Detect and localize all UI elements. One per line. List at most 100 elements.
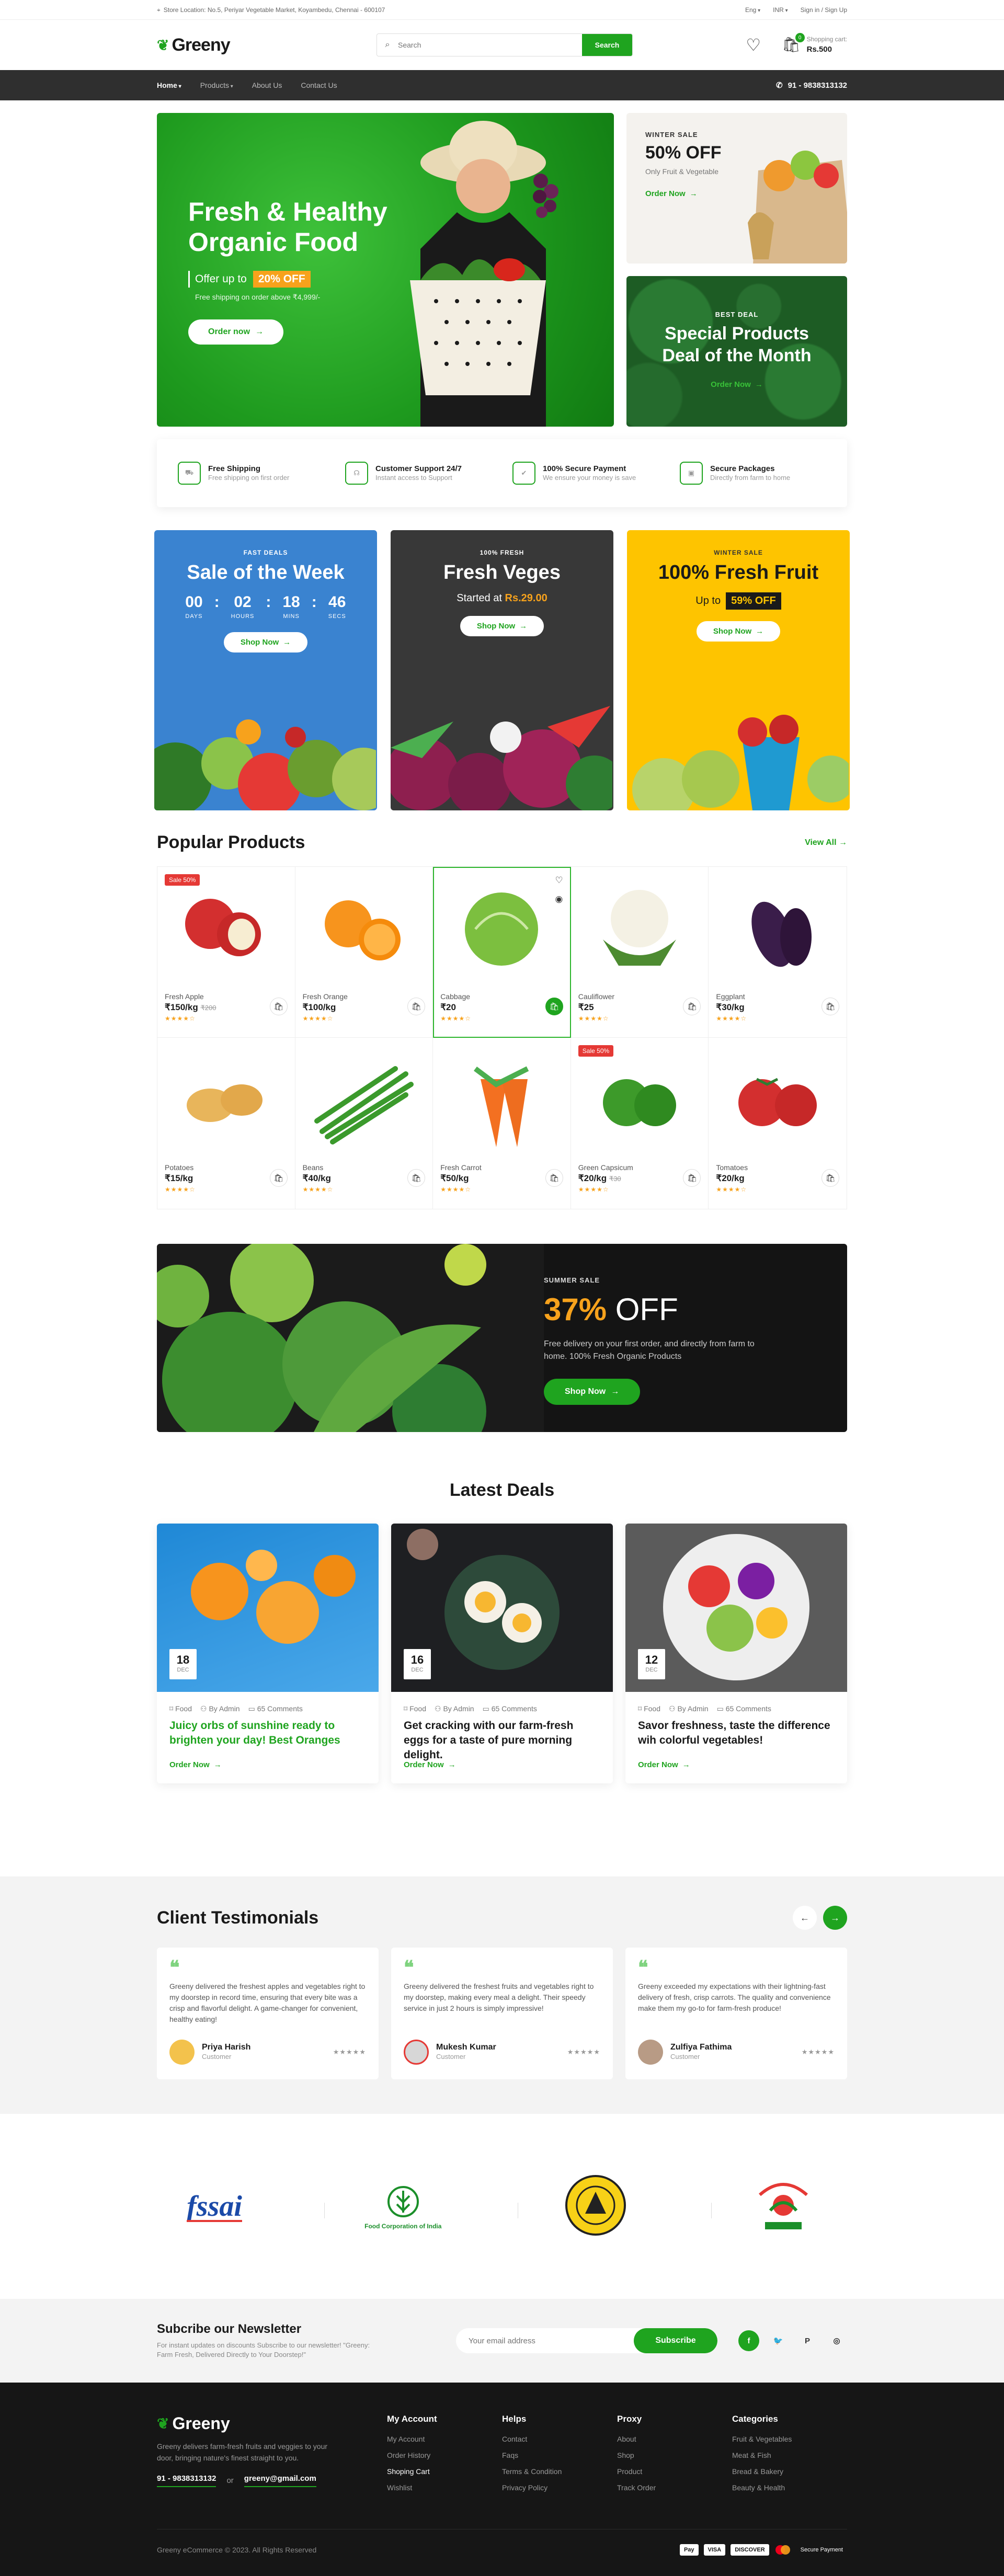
product-card[interactable]: Tomatoes ₹20/kg ★★★★☆ 🛍: [709, 1038, 847, 1209]
deal-card[interactable]: 12 DEC ⌑ Food ⚇ By Admin ▭ 65 Comments Savo…: [625, 1524, 847, 1783]
product-price: ₹20: [440, 1002, 456, 1012]
footer-email[interactable]: greeny@gmail.com: [244, 2474, 316, 2487]
nav-products[interactable]: Products: [200, 81, 233, 89]
deal-title[interactable]: Get cracking with our farm-fresh eggs fo…: [404, 1719, 600, 1761]
deal-order-link[interactable]: Order Now →: [169, 1760, 222, 1769]
fresh-fruit-image: [632, 715, 849, 810]
partner-logos: fssai Food Corporation of India: [0, 2114, 1004, 2299]
shopping-cart[interactable]: 🛍 0 Shopping cart: Rs.500: [782, 33, 847, 55]
add-to-cart-bag-icon[interactable]: 🛍: [407, 998, 426, 1015]
quick-view-eye-icon[interactable]: ◉: [555, 894, 563, 905]
promo-shop-now-button[interactable]: Shop Now →: [223, 632, 308, 652]
grocery-bag-image: [748, 151, 847, 264]
product-price: ₹50/kg: [440, 1173, 469, 1183]
add-to-cart-bag-icon[interactable]: 🛍: [545, 998, 563, 1015]
banner-shop-now-button[interactable]: Shop Now →: [544, 1379, 641, 1405]
newsletter-email-input[interactable]: [456, 2328, 634, 2353]
product-image: [440, 1045, 563, 1160]
add-to-cart-bag-icon[interactable]: 🛍: [269, 998, 288, 1015]
product-price: ₹15/kg: [165, 1173, 193, 1183]
search-input[interactable]: [398, 34, 582, 56]
footer-link[interactable]: Beauty & Health: [732, 2483, 847, 2492]
footer-link[interactable]: Meat & Fish: [732, 2451, 847, 2459]
product-image: [440, 874, 563, 989]
promo-shop-now-button[interactable]: Shop Now →: [696, 621, 781, 642]
search-button[interactable]: Search: [582, 34, 632, 56]
footer-link[interactable]: Wishlist: [387, 2483, 502, 2492]
product-card[interactable]: ♡ ◉ Cabbage ₹20 ★★★★☆ 🛍: [433, 867, 571, 1038]
hero-order-button[interactable]: Order now →: [188, 319, 284, 345]
add-to-cart-bag-icon[interactable]: 🛍: [269, 1169, 288, 1187]
arrow-right-icon: →: [755, 380, 763, 389]
logo[interactable]: ❦ Greeny: [157, 35, 376, 55]
deal-order-link[interactable]: Order Now →: [711, 380, 763, 389]
add-to-cart-bag-icon[interactable]: 🛍: [822, 998, 839, 1015]
promo-sale-week[interactable]: FAST DEALS Sale of the Week 00 DAYS: 02 HO…: [154, 530, 377, 810]
deal-card[interactable]: 16 DEC ⌑ Food ⚇ By Admin ▭ 65 Comments Get …: [391, 1524, 613, 1783]
product-card[interactable]: Cauliflower ₹25 ★★★★☆ 🛍: [571, 867, 709, 1038]
government-seal-logo: [564, 2174, 627, 2239]
footer-link[interactable]: Shop: [617, 2451, 732, 2459]
product-card[interactable]: Potatoes ₹15/kg ★★★★☆ 🛍: [157, 1038, 295, 1209]
winter-sale-card[interactable]: WINTER SALE 50% OFF Only Fruit & Vegetab…: [626, 113, 847, 264]
currency-select[interactable]: INR: [773, 6, 788, 14]
twitter-icon[interactable]: 🐦: [768, 2330, 789, 2351]
footer-link[interactable]: Faqs: [502, 2451, 617, 2459]
pinterest-icon[interactable]: P: [797, 2330, 818, 2351]
sign-in-link[interactable]: Sign in / Sign Up: [801, 6, 847, 14]
footer-link[interactable]: Contact: [502, 2435, 617, 2443]
facebook-icon[interactable]: f: [738, 2330, 759, 2351]
footer-link[interactable]: About: [617, 2435, 732, 2443]
nav-home[interactable]: Home: [157, 81, 181, 89]
add-to-cart-bag-icon[interactable]: 🛍: [545, 1169, 563, 1187]
deal-order-link[interactable]: Order Now →: [638, 1760, 690, 1769]
instagram-icon[interactable]: ◎: [826, 2330, 847, 2351]
product-card[interactable]: Sale 50% Green Capsicum ₹20/kg ₹30 ★★★★☆ 🛍: [571, 1038, 709, 1209]
promo-title: Sale of the Week: [187, 562, 345, 583]
footer-link[interactable]: My Account: [387, 2435, 502, 2443]
popular-products-title: Popular Products: [157, 832, 305, 852]
subscribe-button[interactable]: Subscribe: [634, 2328, 717, 2353]
next-arrow-icon[interactable]: →: [823, 1906, 847, 1930]
footer-link[interactable]: Track Order: [617, 2483, 732, 2492]
product-card[interactable]: Fresh Carrot ₹50/kg ★★★★☆ 🛍: [433, 1038, 571, 1209]
newsletter-section: Subcribe our Newsletter For instant upda…: [0, 2299, 1004, 2383]
payment-methods: Pay VISA DISCOVER Secure Payment: [679, 2544, 847, 2556]
promo-fresh-veges[interactable]: 100% FRESH Fresh Veges Started at Rs.29.…: [391, 530, 613, 810]
prev-arrow-icon[interactable]: ←: [793, 1906, 817, 1930]
product-card[interactable]: Beans ₹40/kg ★★★★☆ 🛍: [295, 1038, 433, 1209]
footer-link[interactable]: Order History: [387, 2451, 502, 2459]
footer-link[interactable]: Product: [617, 2467, 732, 2476]
footer-link[interactable]: Terms & Condition: [502, 2467, 617, 2476]
product-image: [303, 1045, 426, 1160]
wishlist-heart-icon[interactable]: ♡: [746, 35, 761, 55]
footer-link[interactable]: Fruit & Vegetables: [732, 2435, 847, 2443]
footer-phone[interactable]: 91 - 9838313132: [157, 2474, 216, 2487]
deal-order-link[interactable]: Order Now →: [404, 1760, 456, 1769]
deal-card[interactable]: 18 DEC ⌑ Food ⚇ By Admin ▭ 65 Comments Juic…: [157, 1524, 379, 1783]
wishlist-heart-icon[interactable]: ♡: [555, 875, 563, 886]
footer-link[interactable]: Bread & Bakery: [732, 2467, 847, 2476]
deal-title[interactable]: Juicy orbs of sunshine ready to brighten…: [169, 1719, 366, 1748]
product-card[interactable]: Sale 50% Fresh Apple ₹150/kg ₹200 ★★★★☆ 🛍: [157, 867, 295, 1038]
language-select[interactable]: Eng: [745, 6, 760, 14]
footer-link[interactable]: Privacy Policy: [502, 2483, 617, 2492]
promo-fresh-fruit[interactable]: WINTER SALE 100% Fresh Fruit Up to 59% OF…: [627, 530, 850, 810]
nav-about[interactable]: About Us: [252, 81, 282, 89]
add-to-cart-bag-icon[interactable]: 🛍: [822, 1169, 839, 1187]
nav-phone-number[interactable]: 91 - 9838313132: [788, 81, 847, 90]
nav-contact[interactable]: Contact Us: [301, 81, 337, 89]
view-all-link[interactable]: View All →: [805, 838, 847, 848]
winter-order-link[interactable]: Order Now →: [645, 189, 698, 198]
deal-of-month-card[interactable]: BEST DEAL Special Products Deal of the Mo…: [626, 276, 847, 427]
product-card[interactable]: Eggplant ₹30/kg ★★★★☆ 🛍: [709, 867, 847, 1038]
hero-shipping-note: Free shipping on order above ₹4,999/-: [195, 293, 321, 301]
add-to-cart-bag-icon[interactable]: 🛍: [683, 1169, 701, 1187]
footer-logo[interactable]: ❦ Greeny: [157, 2414, 387, 2433]
add-to-cart-bag-icon[interactable]: 🛍: [407, 1169, 426, 1187]
deal-title[interactable]: Savor freshness, taste the difference wi…: [638, 1719, 835, 1748]
feature-free-shipping: ⛟ Free Shipping Free shipping on first ord…: [178, 462, 324, 485]
footer-link[interactable]: Shoping Cart: [387, 2467, 502, 2476]
product-card[interactable]: Fresh Orange ₹100/kg ★★★★☆ 🛍: [295, 867, 433, 1038]
promo-shop-now-button[interactable]: Shop Now →: [460, 616, 544, 636]
